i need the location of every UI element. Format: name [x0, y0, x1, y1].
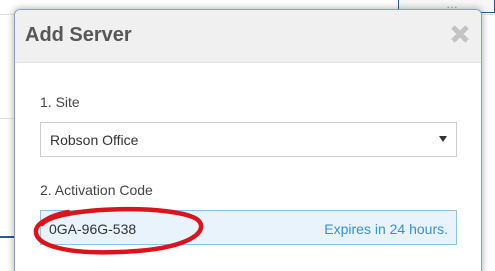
dialog-title: Add Server	[25, 24, 132, 46]
activation-code-expiry: Expires in 24 hours.	[324, 221, 448, 237]
chevron-down-icon	[439, 136, 447, 142]
site-label: 1. Site	[40, 94, 80, 110]
close-button[interactable]	[449, 23, 471, 45]
activation-code-field[interactable]: 0GA-96G-538 Expires in 24 hours.	[40, 210, 457, 245]
add-server-dialog: Add Server 1. Site Robson Office 2. Acti…	[14, 9, 482, 271]
dialog-body: 1. Site Robson Office 2. Activation Code…	[15, 63, 481, 271]
activation-code-label: 2. Activation Code	[40, 182, 153, 198]
screen: … Add Server 1. Site Robson Office 2. Ac…	[0, 0, 495, 271]
dialog-header: Add Server	[15, 10, 481, 63]
activation-code-value: 0GA-96G-538	[49, 221, 137, 237]
background-divider	[0, 118, 14, 119]
site-select-value: Robson Office	[50, 132, 139, 148]
site-select[interactable]: Robson Office	[40, 122, 457, 157]
close-icon	[451, 25, 469, 43]
